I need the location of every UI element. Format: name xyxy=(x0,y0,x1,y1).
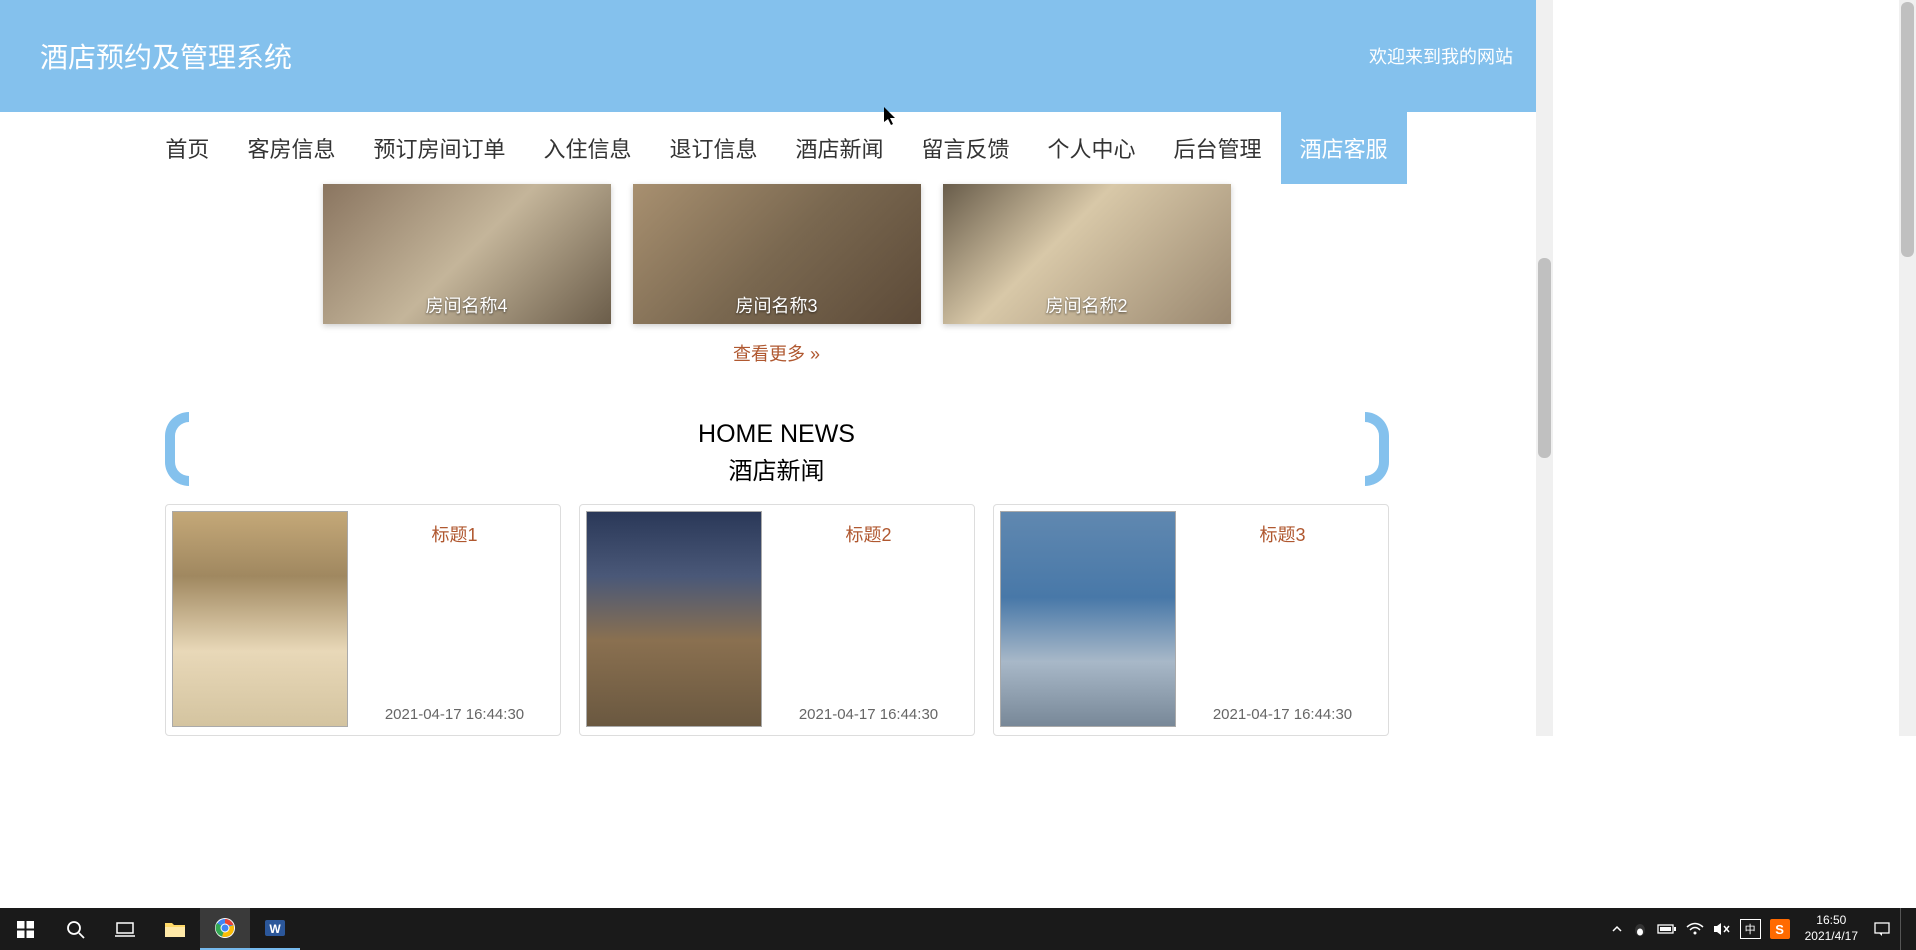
nav-item-6[interactable]: 留言反馈 xyxy=(903,112,1029,184)
news-card[interactable]: 标题1 2021-04-17 16:44:30 xyxy=(165,504,561,736)
nav-item-5[interactable]: 酒店新闻 xyxy=(777,112,903,184)
news-timestamp: 2021-04-17 16:44:30 xyxy=(799,706,938,723)
nav-item-9[interactable]: 酒店客服 xyxy=(1281,112,1407,184)
taskbar-date: 2021/4/17 xyxy=(1805,929,1858,945)
view-more-text: 查看更多 xyxy=(733,344,805,364)
notification-icon xyxy=(1873,921,1891,937)
chevron-right-icon: » xyxy=(805,344,820,364)
nav-item-1[interactable]: 客房信息 xyxy=(228,112,354,184)
news-title-chinese: 酒店新闻 xyxy=(165,451,1389,486)
chevron-up-icon xyxy=(1611,923,1623,935)
file-explorer-button[interactable] xyxy=(150,908,200,950)
nav-item-3[interactable]: 入住信息 xyxy=(524,112,650,184)
nav-item-0[interactable]: 首页 xyxy=(146,112,228,184)
taskview-icon xyxy=(115,921,135,937)
show-desktop-button[interactable] xyxy=(1900,908,1908,950)
news-section-header: HOME NEWS 酒店新闻 xyxy=(165,420,1389,486)
news-image xyxy=(1000,511,1176,727)
sogou-ime-button[interactable]: S xyxy=(1770,919,1790,939)
search-button[interactable] xyxy=(50,908,100,950)
news-title[interactable]: 标题3 xyxy=(1259,521,1305,547)
window-scrollbar[interactable] xyxy=(1899,0,1916,736)
bracket-left-icon xyxy=(165,412,189,486)
windows-icon xyxy=(17,921,34,938)
news-image xyxy=(172,511,348,727)
room-card[interactable]: 房间名称3 xyxy=(633,184,921,324)
battery-button[interactable] xyxy=(1657,923,1677,935)
room-name: 房间名称2 xyxy=(943,292,1231,318)
news-image xyxy=(586,511,762,727)
browser-scrollbar[interactable] xyxy=(1536,0,1553,736)
room-name: 房间名称4 xyxy=(323,292,611,318)
svg-text:W: W xyxy=(269,922,281,936)
bracket-right-icon xyxy=(1365,412,1389,486)
room-card[interactable]: 房间名称4 xyxy=(323,184,611,324)
news-card[interactable]: 标题2 2021-04-17 16:44:30 xyxy=(579,504,975,736)
word-button[interactable]: W xyxy=(250,908,300,950)
wifi-button[interactable] xyxy=(1686,922,1704,936)
news-title[interactable]: 标题2 xyxy=(845,521,891,547)
rooms-section: 房间名称4 房间名称3 房间名称2 xyxy=(0,184,1553,324)
nav-item-8[interactable]: 后台管理 xyxy=(1155,112,1281,184)
scrollbar-thumb[interactable] xyxy=(1901,2,1914,257)
nav-item-7[interactable]: 个人中心 xyxy=(1029,112,1155,184)
clock-button[interactable]: 16:50 2021/4/17 xyxy=(1799,913,1864,944)
room-card[interactable]: 房间名称2 xyxy=(943,184,1231,324)
news-timestamp: 2021-04-17 16:44:30 xyxy=(1213,706,1352,723)
search-icon xyxy=(66,920,85,939)
notifications-button[interactable] xyxy=(1873,921,1891,937)
battery-icon xyxy=(1657,923,1677,935)
ime-button[interactable]: 中 xyxy=(1740,919,1761,939)
site-title: 酒店预约及管理系统 xyxy=(40,36,292,76)
windows-taskbar: W 中 S 16:50 2021/4/17 xyxy=(0,908,1916,950)
news-title[interactable]: 标题1 xyxy=(431,521,477,547)
chrome-icon xyxy=(214,917,236,939)
scrollbar-thumb[interactable] xyxy=(1538,258,1551,458)
volume-button[interactable] xyxy=(1713,921,1731,937)
nav-item-4[interactable]: 退订信息 xyxy=(650,112,776,184)
taskview-button[interactable] xyxy=(100,908,150,950)
word-icon: W xyxy=(264,917,286,939)
show-hidden-icons-button[interactable] xyxy=(1611,923,1623,935)
right-panel xyxy=(1553,0,1916,736)
nav-item-2[interactable]: 预订房间订单 xyxy=(354,112,524,184)
news-card[interactable]: 标题3 2021-04-17 16:44:30 xyxy=(993,504,1389,736)
folder-icon xyxy=(164,920,186,938)
penguin-icon xyxy=(1632,921,1648,937)
start-button[interactable] xyxy=(0,908,50,950)
tray-app-icon[interactable] xyxy=(1632,921,1648,937)
page-header: 酒店预约及管理系统 欢迎来到我的网站 xyxy=(0,0,1553,112)
view-more-container: 查看更多 » xyxy=(0,340,1553,366)
news-title-english: HOME NEWS xyxy=(165,420,1389,449)
view-more-link[interactable]: 查看更多 » xyxy=(733,344,820,364)
welcome-text: 欢迎来到我的网站 xyxy=(1369,43,1513,69)
chrome-button[interactable] xyxy=(200,908,250,950)
taskbar-time: 16:50 xyxy=(1805,913,1858,929)
news-timestamp: 2021-04-17 16:44:30 xyxy=(385,706,524,723)
news-cards-container: 标题1 2021-04-17 16:44:30 标题2 2021-04-17 1… xyxy=(0,504,1553,736)
volume-mute-icon xyxy=(1713,921,1731,937)
wifi-icon xyxy=(1686,922,1704,936)
room-name: 房间名称3 xyxy=(633,292,921,318)
main-nav: 首页客房信息预订房间订单入住信息退订信息酒店新闻留言反馈个人中心后台管理酒店客服 xyxy=(0,112,1553,184)
